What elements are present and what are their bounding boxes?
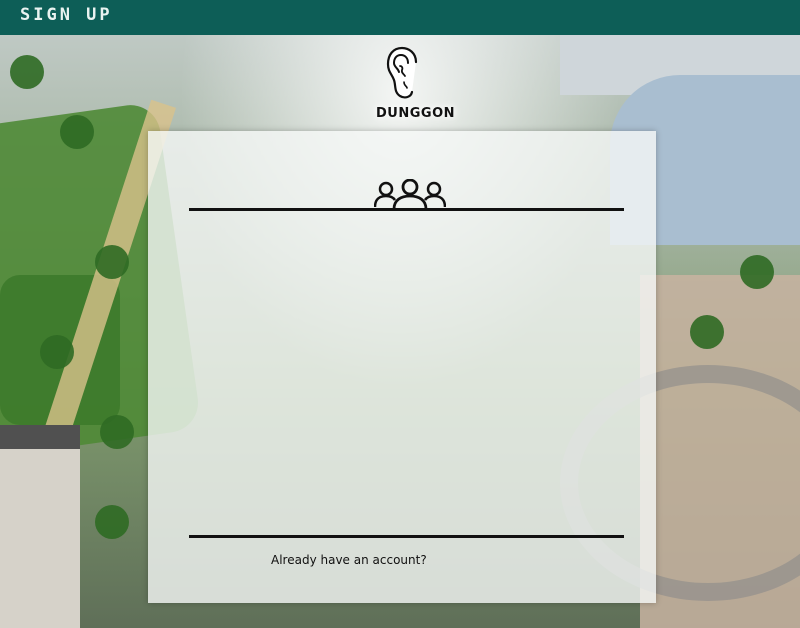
divider-top [189, 208, 624, 211]
page-title: SIGN UP [20, 5, 113, 25]
background-tree [10, 55, 44, 89]
background-tree [100, 415, 134, 449]
signup-panel: Already have an account? [148, 131, 656, 603]
users-group-icon [374, 179, 446, 210]
app-logo: DUNGGON [376, 46, 455, 124]
background-tree [95, 505, 129, 539]
background-tree [60, 115, 94, 149]
ear-icon [386, 46, 418, 99]
top-header-bar: SIGN UP [0, 0, 800, 35]
logo-text: DUNGGON [376, 106, 455, 121]
background-tree [95, 245, 129, 279]
signin-link[interactable]: Already have an account? [271, 553, 427, 567]
background-building-left [0, 425, 80, 628]
background-tree [740, 255, 774, 289]
background-tree [40, 335, 74, 369]
divider-bottom [189, 535, 624, 538]
background-tree [690, 315, 724, 349]
